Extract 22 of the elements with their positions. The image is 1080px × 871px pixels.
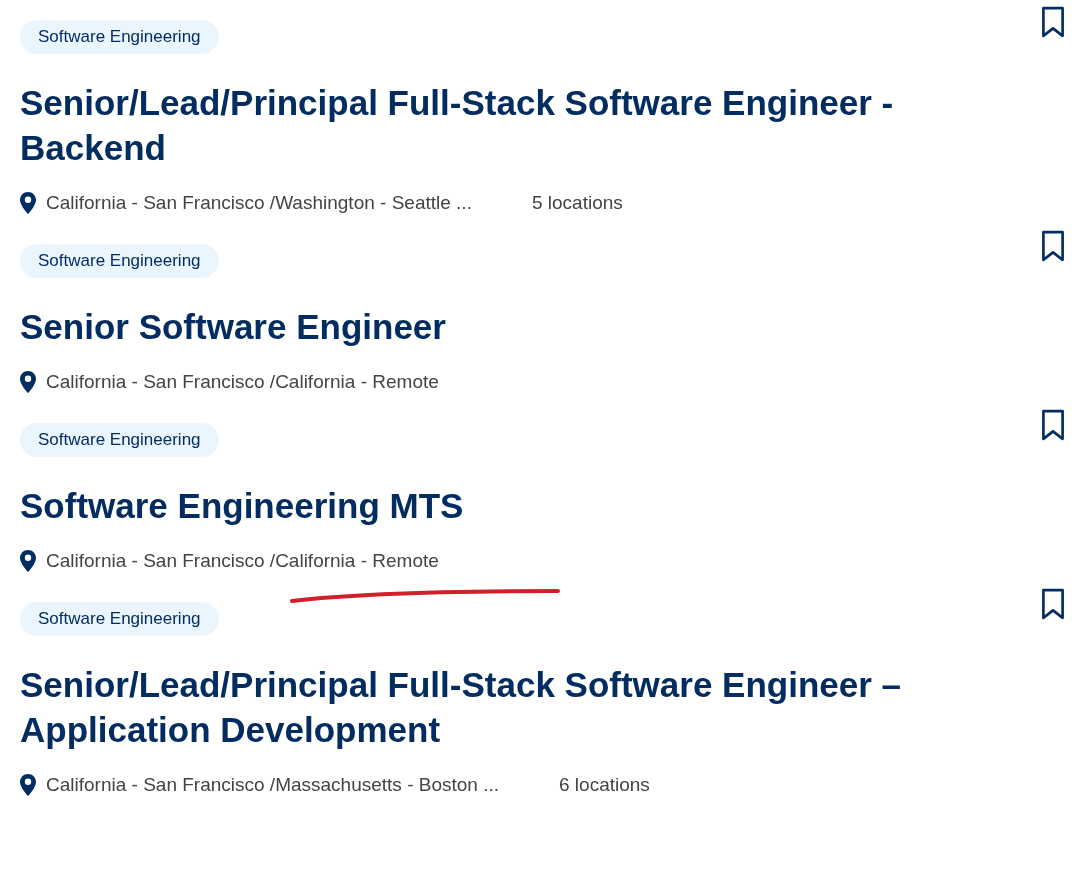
category-tag: Software Engineering	[20, 20, 219, 54]
location-count: 5 locations	[531, 192, 623, 214]
category-tag: Software Engineering	[20, 244, 219, 278]
location-text: California - San Francisco /Washington - Seattle ...	[46, 192, 472, 214]
location-text: California - San Francisco /Massachusetts - Boston ...	[46, 774, 499, 796]
bookmark-button[interactable]	[1040, 6, 1066, 38]
job-title-link[interactable]: Senior Software Engineer	[20, 304, 446, 349]
job-title-link[interactable]: Senior/Lead/Principal Full-Stack Software Engineer - Backend	[20, 80, 970, 170]
location-count: 6 locations	[559, 774, 650, 796]
location-text: California - San Francisco /California - Remote	[46, 371, 439, 393]
category-tag: Software Engineering	[20, 602, 219, 636]
location-pin-icon	[20, 192, 36, 214]
location-pin-icon	[20, 550, 36, 572]
bookmark-button[interactable]	[1040, 230, 1066, 262]
location-pin-icon	[20, 371, 36, 393]
location-pin-icon	[20, 774, 36, 796]
bookmark-button[interactable]	[1040, 588, 1066, 620]
job-title-link[interactable]: Senior/Lead/Principal Full-Stack Software Engineer – Application Development	[20, 662, 970, 752]
location-text: California - San Francisco /California - Remote	[46, 550, 439, 572]
bookmark-button[interactable]	[1040, 409, 1066, 441]
category-tag: Software Engineering	[20, 423, 219, 457]
job-title-link[interactable]: Software Engineering MTS	[20, 483, 464, 528]
